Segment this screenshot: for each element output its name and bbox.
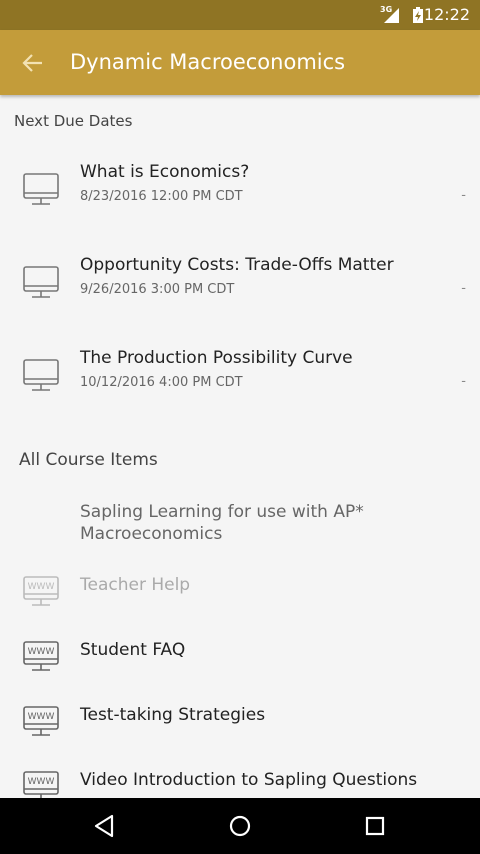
system-nav-bar xyxy=(0,798,480,854)
course-item-student-faq[interactable]: WWW Student FAQ xyxy=(0,628,480,690)
status-bar: 3G 12:22 xyxy=(0,0,480,30)
due-item-score: - xyxy=(461,281,466,296)
network-signal-icon: 3G xyxy=(380,5,400,24)
battery-icon xyxy=(413,7,423,23)
arrow-left-icon[interactable] xyxy=(20,50,46,76)
computer-icon xyxy=(22,265,62,301)
web-computer-icon: WWW xyxy=(22,573,62,609)
due-item-title: What is Economics? xyxy=(80,162,250,182)
due-item-date: 8/23/2016 12:00 PM CDT xyxy=(80,189,243,204)
web-computer-icon: WWW xyxy=(22,768,62,798)
course-item-title: Teacher Help xyxy=(80,575,191,595)
due-item-production-possibility[interactable]: The Production Possibility Curve 10/12/2… xyxy=(0,336,480,429)
svg-text:WWW: WWW xyxy=(28,647,55,657)
all-course-items-header: All Course Items xyxy=(19,450,158,470)
course-item-test-taking-strategies[interactable]: WWW Test-taking Strategies xyxy=(0,693,480,755)
due-item-date: 9/26/2016 3:00 PM CDT xyxy=(80,282,235,297)
nav-home-icon[interactable] xyxy=(225,811,255,841)
web-computer-icon: WWW xyxy=(22,703,62,739)
course-item-title: Video Introduction to Sapling Questions xyxy=(80,770,418,790)
due-item-opportunity-costs[interactable]: Opportunity Costs: Trade-Offs Matter 9/2… xyxy=(0,243,480,336)
next-due-header: Next Due Dates xyxy=(14,112,133,130)
due-item-what-is-economics[interactable]: What is Economics? 8/23/2016 12:00 PM CD… xyxy=(0,150,480,243)
course-item-title: Student FAQ xyxy=(80,640,186,660)
due-item-title: The Production Possibility Curve xyxy=(80,348,353,368)
due-item-score: - xyxy=(461,188,466,203)
course-item-teacher-help[interactable]: WWW Teacher Help xyxy=(0,563,480,625)
course-item-video-introduction[interactable]: WWW Video Introduction to Sapling Questi… xyxy=(0,758,480,798)
due-item-score: - xyxy=(461,374,466,389)
due-item-date: 10/12/2016 4:00 PM CDT xyxy=(80,375,243,390)
nav-back-icon[interactable] xyxy=(90,811,120,841)
clock: 12:22 xyxy=(423,5,470,24)
web-computer-icon: WWW xyxy=(22,638,62,674)
course-item-title: Test-taking Strategies xyxy=(80,705,266,725)
page-title: Dynamic Macroeconomics xyxy=(70,50,346,74)
app-bar: Dynamic Macroeconomics xyxy=(0,30,480,95)
course-content[interactable]: Next Due Dates What is Economics? 8/23/2… xyxy=(0,95,480,798)
svg-text:WWW: WWW xyxy=(28,777,55,787)
computer-icon xyxy=(22,172,62,208)
nav-recents-icon[interactable] xyxy=(360,811,390,841)
course-item-title: Sapling Learning for use with AP* Macroe… xyxy=(80,502,364,544)
svg-text:WWW: WWW xyxy=(28,712,55,722)
due-item-title: Opportunity Costs: Trade-Offs Matter xyxy=(80,255,394,275)
course-item-sapling-learning[interactable]: Sapling Learning for use with AP* Macroe… xyxy=(0,495,480,557)
computer-icon xyxy=(22,358,62,394)
svg-text:WWW: WWW xyxy=(28,582,55,592)
